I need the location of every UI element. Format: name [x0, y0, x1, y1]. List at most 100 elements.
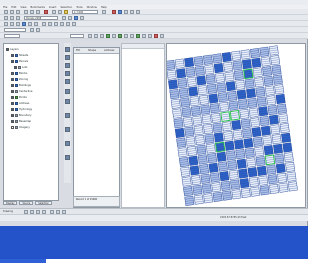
pan-icon[interactable] — [16, 22, 20, 26]
snap-options-icon[interactable] — [130, 34, 134, 38]
map-view[interactable] — [166, 43, 306, 208]
tab-display[interactable]: Display — [3, 201, 18, 205]
help-icon[interactable] — [130, 10, 134, 14]
zoom-in-icon[interactable] — [4, 22, 8, 26]
tool-icon[interactable] — [65, 127, 70, 132]
toc-layer-item[interactable]: Streets — [11, 53, 28, 58]
toc-layer-item[interactable]: Points — [11, 95, 27, 100]
clear-selection-icon[interactable] — [48, 22, 52, 26]
snap-midpoint-icon[interactable] — [118, 34, 122, 38]
toc-layer-item[interactable]: Address — [11, 101, 29, 106]
checkbox-icon[interactable] — [11, 53, 14, 57]
georef-layer-combo[interactable] — [4, 28, 26, 32]
full-extent-icon[interactable] — [22, 22, 26, 26]
toc-layer-item[interactable]: Buildings — [11, 83, 31, 88]
cut-icon[interactable] — [24, 10, 28, 14]
checkbox-icon[interactable] — [11, 89, 14, 93]
toc-layer-item[interactable]: Lots — [14, 65, 27, 70]
snap-end-icon[interactable] — [94, 34, 98, 38]
rotate-icon[interactable] — [68, 16, 72, 20]
snap-tangent-icon[interactable] — [124, 34, 128, 38]
tool-icon[interactable] — [65, 99, 70, 104]
zoom-out-icon[interactable] — [10, 22, 14, 26]
toc-layer-item[interactable]: Parcels — [11, 59, 28, 64]
checkbox-icon[interactable] — [6, 47, 9, 51]
checkbox-icon[interactable] — [11, 83, 14, 87]
find-icon[interactable] — [66, 22, 70, 26]
topology-edit-icon[interactable] — [148, 34, 152, 38]
checkbox-icon[interactable] — [11, 101, 14, 105]
tool-icon[interactable] — [65, 113, 70, 118]
edit-tool-icon[interactable] — [10, 16, 14, 20]
copy-icon[interactable] — [30, 10, 34, 14]
tool-icon[interactable] — [65, 71, 70, 76]
toc-layer-item[interactable]: Imagery — [11, 125, 30, 130]
python-icon[interactable] — [136, 10, 140, 14]
tool-icon[interactable] — [65, 55, 70, 60]
scale-combo[interactable]: 1:7,000 — [72, 10, 98, 14]
search-icon[interactable] — [124, 10, 128, 14]
checkbox-icon[interactable] — [11, 71, 14, 75]
checkbox-icon[interactable] — [11, 107, 14, 111]
checkbox-icon[interactable] — [11, 77, 14, 81]
delete-icon[interactable] — [44, 10, 48, 14]
parcel-map[interactable] — [167, 44, 306, 208]
snap-edge-icon[interactable] — [106, 34, 110, 38]
editor-menu-icon[interactable] — [4, 16, 8, 20]
checkbox-icon[interactable] — [14, 65, 17, 69]
tool-icon[interactable] — [65, 155, 70, 160]
sketch-props-icon[interactable] — [80, 16, 84, 20]
topology-combo[interactable] — [70, 34, 84, 38]
checkbox-icon[interactable] — [11, 113, 14, 117]
paste-icon[interactable] — [36, 10, 40, 14]
save-icon[interactable] — [16, 10, 20, 14]
rotate-raster-icon[interactable] — [36, 28, 40, 32]
toc-layer-item[interactable]: Hydrology — [11, 107, 32, 112]
tool-icon[interactable] — [65, 141, 70, 146]
checkbox-icon[interactable] — [11, 119, 14, 123]
tool-icon[interactable] — [65, 47, 70, 52]
tab-selection[interactable]: Selection — [35, 201, 52, 205]
arctoolbox-icon[interactable] — [112, 10, 116, 14]
tab-source[interactable]: Source — [19, 201, 34, 205]
tool-icon[interactable] — [65, 63, 70, 68]
forward-extent-icon[interactable] — [34, 22, 38, 26]
select-features-icon[interactable] — [42, 22, 46, 26]
map-topology-icon[interactable] — [154, 34, 158, 38]
toc-layer-item[interactable]: Centerline — [11, 89, 32, 94]
shared-edge-icon[interactable] — [160, 34, 164, 38]
sketch-tool-icon[interactable] — [16, 16, 20, 20]
editor-toolbar-icon[interactable] — [102, 10, 106, 14]
snap-point-icon[interactable] — [88, 34, 92, 38]
undo-icon[interactable] — [52, 10, 56, 14]
checkbox-icon[interactable] — [11, 95, 14, 99]
open-icon[interactable] — [10, 10, 14, 14]
checkbox-icon[interactable] — [11, 125, 14, 129]
toc-layer-item[interactable]: Basemap — [11, 119, 31, 124]
toc-layer-item[interactable]: Layers — [6, 47, 19, 52]
split-icon[interactable] — [62, 16, 66, 20]
tool-icon[interactable] — [65, 79, 70, 84]
new-icon[interactable] — [4, 10, 8, 14]
add-data-icon[interactable] — [64, 10, 68, 14]
column-header[interactable]: Shape — [88, 48, 96, 54]
snap-intersection-icon[interactable] — [112, 34, 116, 38]
toc-layer-item[interactable]: Boundary — [11, 113, 32, 118]
tool-icon[interactable] — [65, 89, 70, 94]
error-inspector-icon[interactable] — [142, 34, 146, 38]
column-header[interactable]: Address — [104, 48, 114, 54]
measure-icon[interactable] — [72, 22, 76, 26]
attributes-icon[interactable] — [74, 16, 78, 20]
catalog-icon[interactable] — [118, 10, 122, 14]
back-extent-icon[interactable] — [28, 22, 32, 26]
layer-combo[interactable]: Parcels 2008 — [24, 16, 58, 20]
snap-vertex-icon[interactable] — [100, 34, 104, 38]
start-button[interactable] — [0, 259, 46, 263]
checkbox-icon[interactable] — [11, 59, 14, 63]
snapping-combo[interactable] — [4, 34, 20, 38]
select-elements-icon[interactable] — [54, 22, 58, 26]
column-header[interactable]: FID — [76, 48, 80, 54]
toc-layer-item[interactable]: Zoning — [11, 77, 28, 82]
toc-layer-item[interactable]: Blocks — [11, 71, 27, 76]
fit-display-icon[interactable] — [30, 28, 34, 32]
